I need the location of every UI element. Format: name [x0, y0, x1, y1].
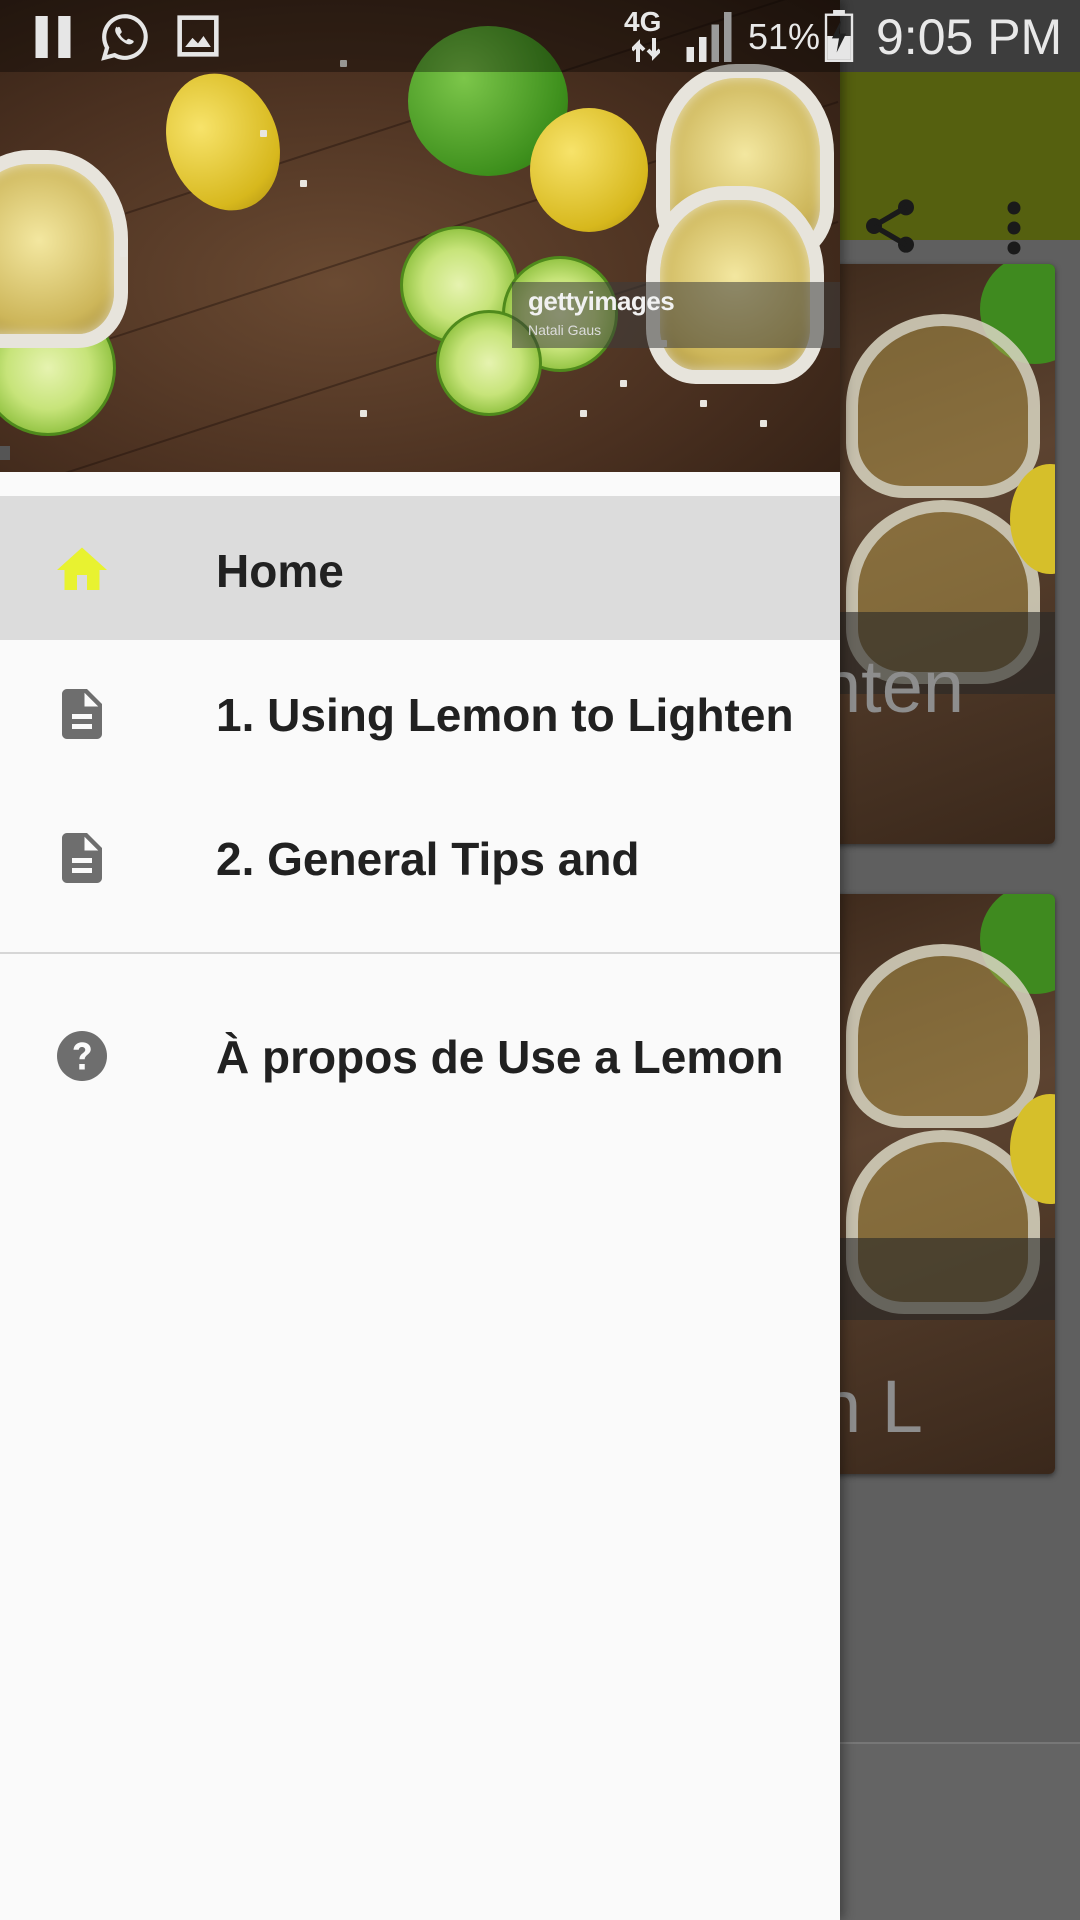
watermark-credit: Natali Gaus [528, 322, 602, 338]
bottom-area [840, 1744, 1080, 1920]
menu-item-home[interactable]: Home [0, 496, 840, 640]
help-icon [57, 1031, 107, 1081]
card-caption: nten [820, 645, 965, 728]
menu-divider [0, 952, 840, 954]
watermark-logo: gettyimages [528, 286, 675, 316]
document-icon [62, 833, 102, 883]
clock: 9:05 PM [876, 9, 1063, 65]
menu-item-label: 2. General Tips and [216, 833, 640, 885]
shot-glass-image [0, 150, 128, 348]
watermark: gettyimages Natali Gaus [512, 282, 840, 348]
whatsapp-icon [101, 14, 148, 61]
battery-charging-icon [824, 10, 854, 62]
network-arrows-icon [632, 38, 660, 62]
drawer-menu: Home 1. Using Lemon to Lighten 2. Genera… [0, 496, 840, 928]
pause-icon [35, 16, 71, 58]
gallery-icon [177, 15, 219, 57]
menu-item-chapter-1[interactable]: 1. Using Lemon to Lighten [0, 640, 840, 784]
menu-item-chapter-2[interactable]: 2. General Tips and [0, 784, 840, 928]
lemon-image [147, 57, 299, 227]
more-vert-icon[interactable] [1000, 198, 1028, 258]
status-bar: 4G 51% 9:05 PM [0, 0, 1080, 72]
share-icon[interactable] [858, 192, 922, 260]
navigation-drawer: gettyimages Natali Gaus Home 1. Using Le… [0, 0, 840, 1920]
menu-item-label: 1. Using Lemon to Lighten [216, 689, 794, 741]
signal-icon [686, 12, 732, 62]
menu-item-label: À propos de Use a Lemon [216, 1031, 784, 1083]
network-type: 4G [624, 6, 662, 37]
battery-percent: 51% [748, 16, 821, 57]
home-icon [57, 547, 107, 590]
image-badge [0, 446, 10, 460]
menu-item-label: Home [216, 545, 344, 597]
lemon-image [530, 108, 648, 232]
menu-item-about[interactable]: À propos de Use a Lemon [0, 982, 840, 1126]
document-icon [62, 689, 102, 739]
